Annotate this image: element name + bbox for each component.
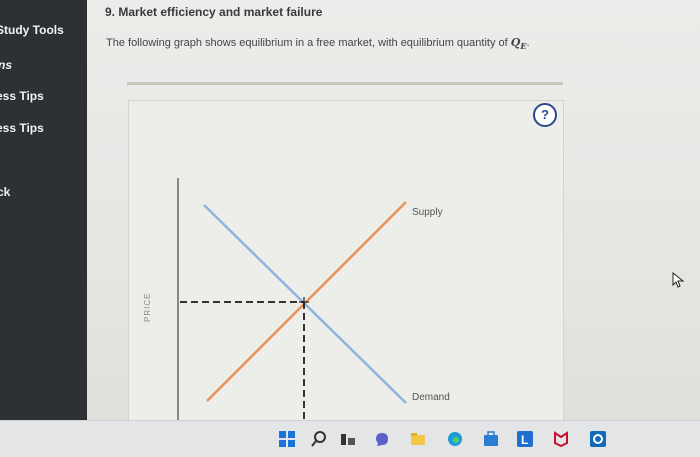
edge-browser-icon[interactable]	[447, 431, 463, 447]
equilibrium-graph: Supply Demand PRICE	[143, 178, 450, 420]
windows-start-icon[interactable]	[279, 431, 295, 447]
chat-icon[interactable]	[374, 431, 390, 447]
mcafee-icon[interactable]	[553, 431, 569, 447]
main-content: 9. Market efficiency and market failure …	[87, 0, 700, 421]
sidebar-item-study-tools[interactable]: Study Tools	[0, 23, 64, 37]
sidebar-item-tips-1[interactable]: ess Tips	[0, 89, 44, 103]
svg-text:L: L	[521, 433, 528, 447]
sidebar: Study Tools ns ess Tips ess Tips ck	[0, 0, 87, 420]
sidebar-item-tips-2[interactable]: ess Tips	[0, 121, 44, 135]
y-axis-label: PRICE	[143, 293, 152, 322]
sidebar-item-back[interactable]: ck	[0, 185, 10, 199]
mouse-pointer-icon	[672, 272, 685, 288]
store-icon[interactable]	[483, 431, 499, 447]
outlook-icon[interactable]	[590, 431, 606, 447]
supply-label: Supply	[412, 207, 443, 218]
learning-app-icon[interactable]: L	[517, 431, 533, 447]
sidebar-item-ns[interactable]: ns	[0, 58, 12, 72]
file-explorer-icon[interactable]	[410, 431, 426, 447]
demand-label: Demand	[412, 392, 450, 403]
search-icon[interactable]	[311, 431, 327, 447]
taskbar: L	[0, 420, 700, 457]
task-view-icon[interactable]	[340, 431, 356, 447]
